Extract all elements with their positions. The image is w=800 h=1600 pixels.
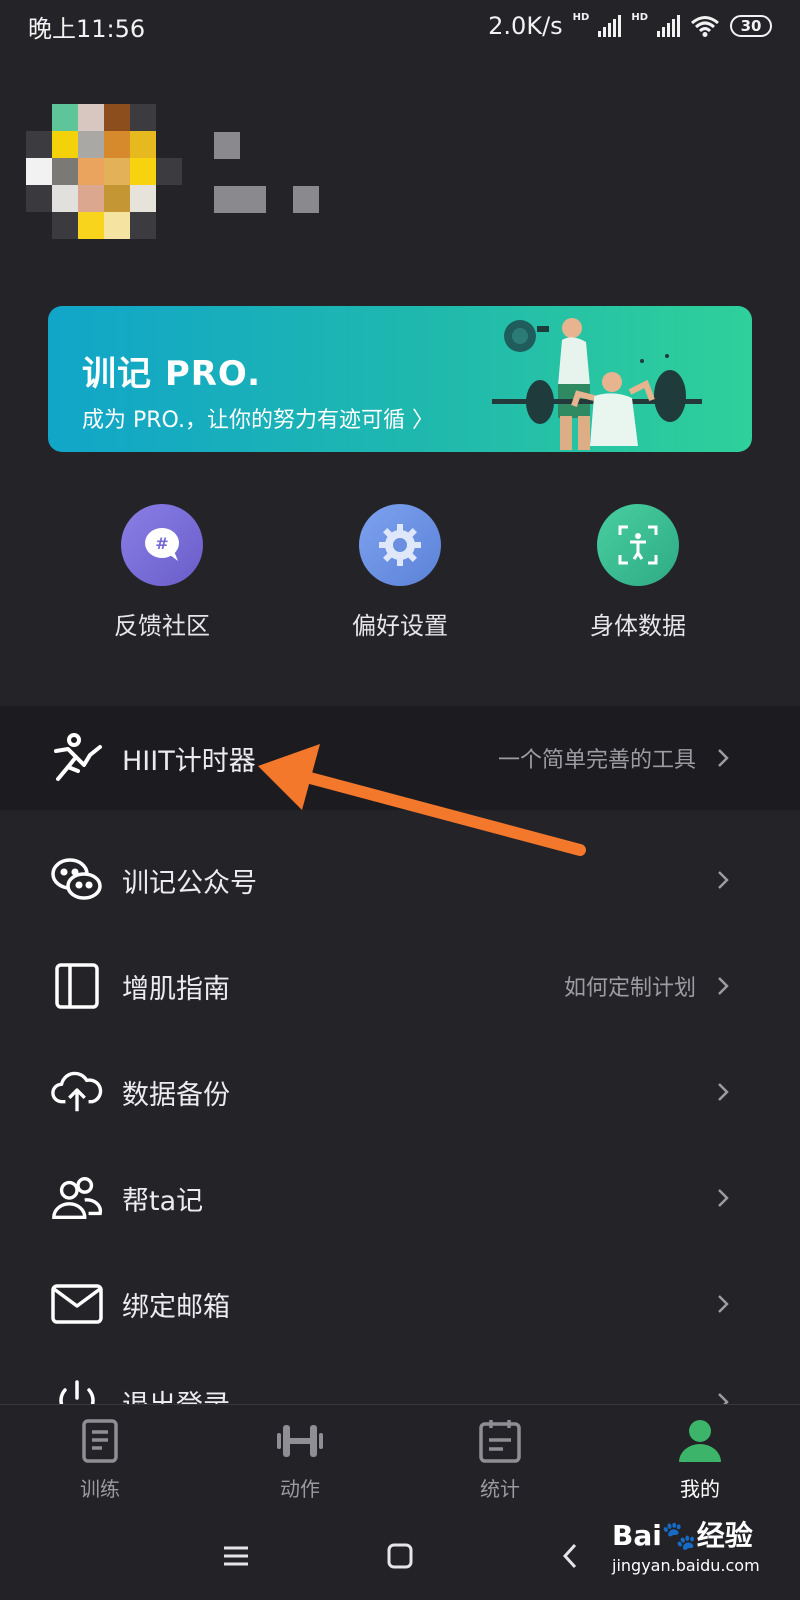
notebook-icon	[0, 1415, 200, 1467]
status-bar: 晚上11:56 2.0K/s HD HD 30	[0, 0, 800, 52]
signal-icon	[598, 15, 622, 37]
shortcut-preferences[interactable]: 偏好设置	[300, 504, 500, 641]
menu-label: 帮ta记	[122, 1185, 204, 1217]
tab-statistics[interactable]: 统计	[400, 1415, 600, 1502]
annotation-arrow	[258, 744, 586, 856]
clipboard-icon	[400, 1415, 600, 1467]
tab-label: 我的	[680, 1477, 720, 1501]
menu-nav-button[interactable]	[216, 1536, 256, 1576]
watermark-brand: Bai🐾经验	[612, 1519, 753, 1552]
hamburger-icon	[224, 1546, 248, 1566]
signal-icon-2	[657, 15, 680, 37]
body-scan-icon	[597, 504, 679, 586]
menu-label: 训记公众号	[122, 867, 257, 899]
chevron-right-icon	[718, 749, 729, 767]
shortcut-body-data[interactable]: 身体数据	[538, 504, 738, 641]
tab-me[interactable]: 我的	[600, 1415, 800, 1502]
mail-icon	[50, 1277, 104, 1331]
dumbbell-icon	[200, 1415, 400, 1467]
hd-label: HD	[572, 12, 590, 23]
pro-banner[interactable]: 训记 PRO. 成为 PRO.，让你的努力有迹可循 〉	[48, 306, 752, 452]
battery-icon: 30	[730, 15, 772, 37]
wechat-icon	[50, 853, 104, 907]
profile-name-blurred	[214, 132, 240, 159]
profile-id-blurred-2	[293, 186, 319, 213]
gear-icon	[359, 504, 441, 586]
tab-label: 动作	[280, 1477, 320, 1501]
tab-label: 统计	[480, 1477, 520, 1501]
book-icon	[50, 959, 104, 1013]
home-nav-button[interactable]	[380, 1536, 420, 1576]
person-icon	[600, 1415, 800, 1467]
status-indicators: 2.0K/s HD HD 30	[488, 12, 772, 40]
menu-row-record-for-others[interactable]: 帮ta记	[0, 1146, 800, 1250]
shortcut-label: 反馈社区	[114, 612, 210, 640]
menu-row-data-backup[interactable]: 数据备份	[0, 1040, 800, 1144]
bottom-tab-bar: 训练 动作 统计 我的	[0, 1404, 800, 1505]
tab-label: 训练	[80, 1477, 120, 1501]
shortcut-feedback-community[interactable]: # 反馈社区	[62, 504, 262, 641]
shortcut-label: 身体数据	[590, 612, 686, 640]
watermark-url: jingyan.baidu.com	[612, 1556, 760, 1575]
chevron-right-icon	[718, 1189, 729, 1207]
wifi-icon	[691, 16, 719, 37]
chevron-right-icon	[718, 1083, 729, 1101]
menu-label: 绑定邮箱	[122, 1291, 230, 1323]
menu-label: HIIT计时器	[122, 745, 256, 777]
network-speed: 2.0K/s	[488, 12, 563, 40]
menu-row-bind-email[interactable]: 绑定邮箱	[0, 1252, 800, 1356]
chevron-right-icon	[718, 977, 729, 995]
chevron-right-icon	[718, 1295, 729, 1313]
baidu-watermark: Bai🐾经验 jingyan.baidu.com	[612, 1514, 792, 1596]
avatar[interactable]	[26, 104, 184, 239]
tab-exercises[interactable]: 动作	[200, 1415, 400, 1502]
home-square-icon	[387, 1543, 413, 1569]
status-time: 晚上11:56	[28, 14, 146, 43]
back-chevron-icon	[562, 1543, 577, 1569]
shortcut-label: 偏好设置	[352, 612, 448, 640]
menu-row-muscle-guide[interactable]: 增肌指南 如何定制计划	[0, 934, 800, 1038]
hd-label-2: HD	[631, 12, 648, 23]
menu-label: 数据备份	[122, 1079, 230, 1111]
users-icon	[50, 1171, 104, 1225]
pro-banner-subtitle: 成为 PRO.，让你的努力有迹可循 〉	[82, 408, 434, 433]
running-person-icon	[50, 731, 104, 785]
community-icon: #	[121, 504, 203, 586]
svg-text:#: #	[155, 534, 168, 553]
cloud-upload-icon	[50, 1065, 104, 1119]
shortcut-row: # 反馈社区 偏好设置 身体数据	[0, 504, 800, 644]
pro-banner-title: 训记 PRO.	[82, 354, 262, 394]
tab-training[interactable]: 训练	[0, 1415, 200, 1502]
profile-id-blurred	[214, 186, 266, 213]
menu-label: 增肌指南	[122, 973, 230, 1005]
menu-hint: 如何定制计划	[563, 976, 696, 1001]
back-nav-button[interactable]	[550, 1536, 590, 1576]
weightlifting-illustration	[492, 318, 702, 450]
chevron-right-icon	[718, 871, 729, 889]
